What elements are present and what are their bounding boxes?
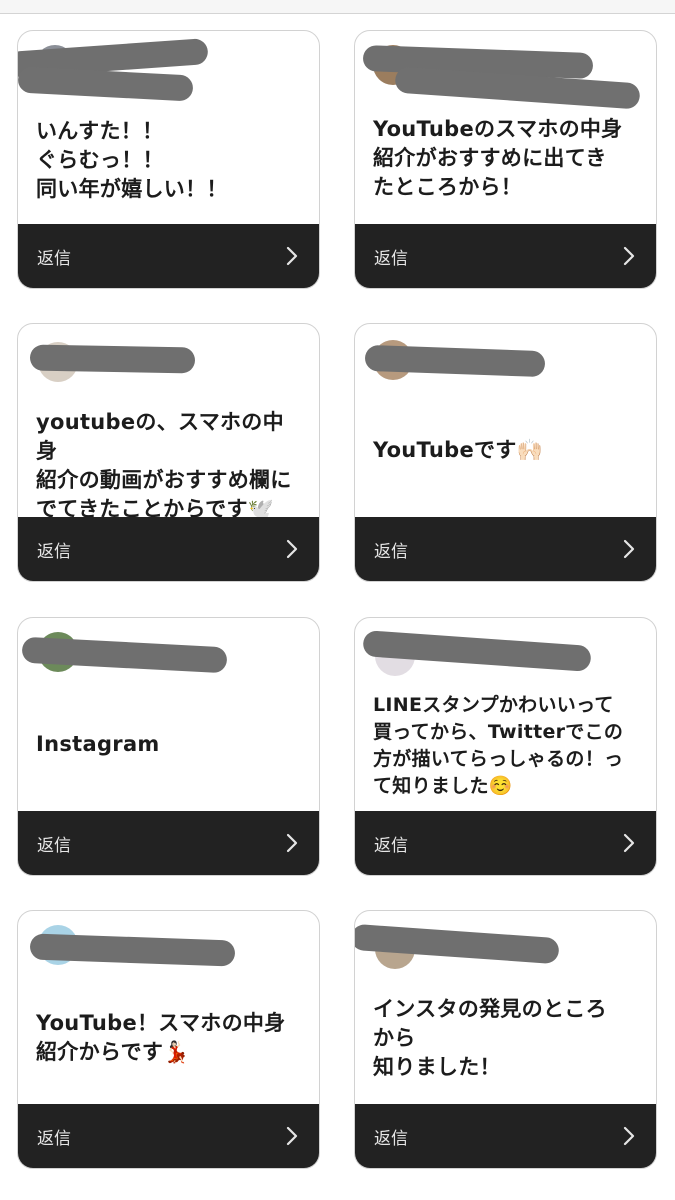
reply-label: 返信 [374, 836, 408, 856]
chevron-right-icon [623, 246, 635, 266]
comment-card: Instagram 返信 [17, 617, 320, 876]
card-header [18, 31, 319, 111]
comment-text: YouTubeです🙌🏻 [373, 438, 544, 462]
reply-label: 返信 [37, 542, 71, 562]
comment-card: いんすた！！ ぐらむっ！！ 同い年が嬉しい！！ 返信 [17, 30, 320, 289]
comment-text: YouTube！スマホの中身 紹介からです💃🏻 [36, 1011, 286, 1064]
reply-button[interactable]: 返信 [355, 224, 656, 288]
comment-text: Instagram [36, 732, 160, 756]
reply-label: 返信 [374, 542, 408, 562]
reply-button[interactable]: 返信 [355, 811, 656, 875]
card-header [18, 911, 319, 991]
comment-card: YouTubeのスマホの中身 紹介がおすすめに出てき たところから！ 返信 [354, 30, 657, 289]
reply-label: 返信 [374, 249, 408, 269]
redacted-username-stroke [18, 66, 194, 102]
chevron-right-icon [286, 539, 298, 559]
top-bar [0, 0, 675, 14]
comment-card: youtubeの、スマホの中身 紹介の動画がおすすめ欄に でてきたことからです🕊… [17, 323, 320, 582]
comment-text: いんすた！！ ぐらむっ！！ 同い年が嬉しい！！ [36, 119, 228, 201]
chevron-right-icon [286, 1126, 298, 1146]
reply-label: 返信 [37, 1129, 71, 1149]
comment-text: youtubeの、スマホの中身 紹介の動画がおすすめ欄に でてきたことからです🕊… [36, 410, 292, 521]
chevron-right-icon [286, 246, 298, 266]
card-header [355, 911, 656, 991]
chevron-right-icon [286, 833, 298, 853]
comment-text: インスタの発見のところ から 知りました！ [373, 997, 607, 1079]
comment-card: YouTubeです🙌🏻 返信 [354, 323, 657, 582]
chevron-right-icon [623, 539, 635, 559]
comment-text: LINEスタンプかわいいって 買ってから、Twitterでこの 方が描いてらっし… [373, 694, 624, 797]
chevron-right-icon [623, 1126, 635, 1146]
comment-card: インスタの発見のところ から 知りました！ 返信 [354, 910, 657, 1169]
reply-button[interactable]: 返信 [18, 811, 319, 875]
reply-label: 返信 [37, 249, 71, 269]
card-header [18, 324, 319, 404]
card-header [355, 324, 656, 404]
comment-card: YouTube！スマホの中身 紹介からです💃🏻 返信 [17, 910, 320, 1169]
reply-button[interactable]: 返信 [18, 1104, 319, 1168]
card-header [355, 31, 656, 111]
card-header [355, 618, 656, 698]
chevron-right-icon [623, 833, 635, 853]
reply-button[interactable]: 返信 [355, 1104, 656, 1168]
reply-button[interactable]: 返信 [18, 517, 319, 581]
reply-label: 返信 [37, 836, 71, 856]
comment-text: YouTubeのスマホの中身 紹介がおすすめに出てき たところから！ [373, 117, 623, 199]
card-header [18, 618, 319, 698]
reply-button[interactable]: 返信 [355, 517, 656, 581]
reply-button[interactable]: 返信 [18, 224, 319, 288]
redacted-username [29, 344, 196, 374]
comment-card: LINEスタンプかわいいって 買ってから、Twitterでこの 方が描いてらっし… [354, 617, 657, 876]
reply-label: 返信 [374, 1129, 408, 1149]
